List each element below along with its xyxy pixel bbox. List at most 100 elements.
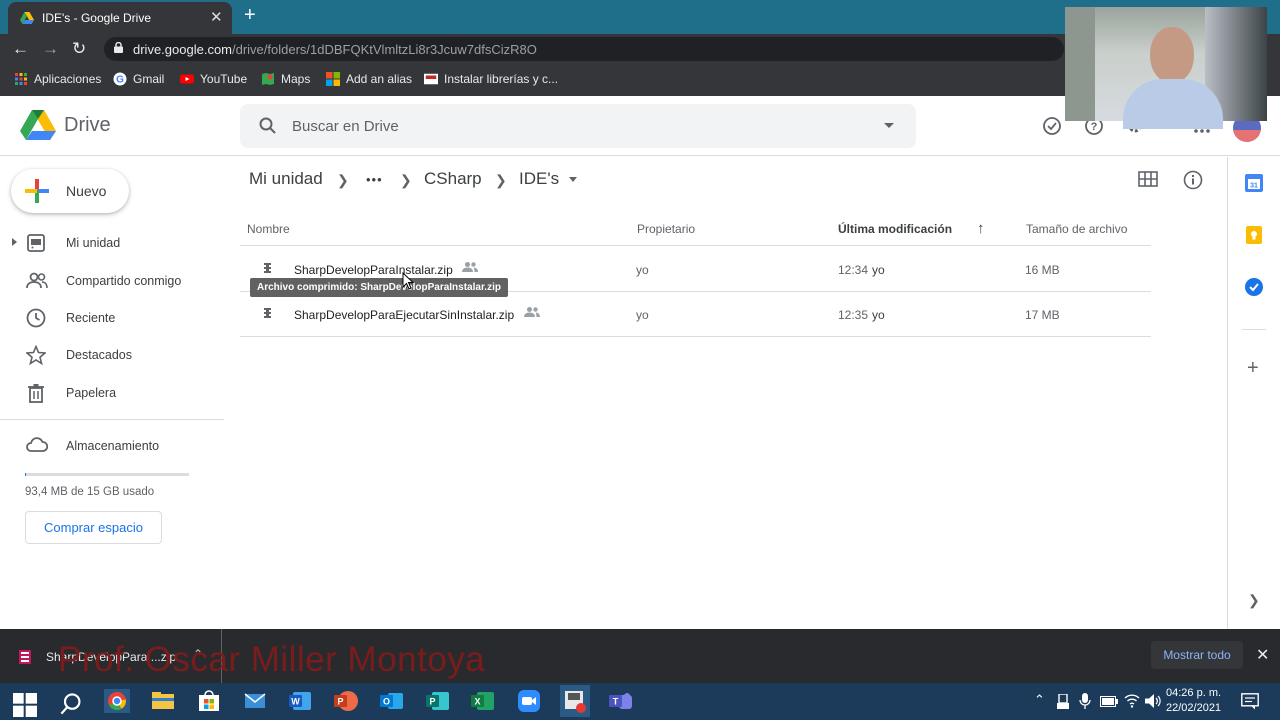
store-icon[interactable]: [196, 689, 222, 713]
lock-icon: [114, 42, 123, 53]
recorder-taskbar-icon[interactable]: [560, 685, 590, 717]
sidebar-item-label: Mi unidad: [66, 236, 121, 250]
microphone-icon[interactable]: [1079, 693, 1091, 710]
new-tab-icon[interactable]: +: [244, 4, 256, 27]
calendar-icon[interactable]: 31: [1245, 174, 1263, 192]
side-panel: 31 + ❯: [1227, 157, 1280, 629]
bookmark-apps[interactable]: Aplicaciones: [14, 72, 101, 86]
column-modified[interactable]: Última modificación: [838, 222, 952, 236]
info-icon[interactable]: [1183, 170, 1203, 190]
outlook-icon[interactable]: O: [379, 689, 405, 713]
teams-icon[interactable]: T: [608, 689, 634, 713]
shared-people-icon: [524, 307, 540, 317]
publisher-icon[interactable]: P: [425, 689, 451, 713]
sidebar-item-almacenamiento[interactable]: Almacenamiento: [0, 428, 224, 464]
forward-icon[interactable]: →: [42, 39, 59, 59]
microsoft-icon: [326, 72, 340, 86]
notification-center-icon[interactable]: [1241, 693, 1259, 710]
file-size: 17 MB: [1025, 308, 1060, 322]
bookmark-label: YouTube: [200, 72, 248, 86]
bookmark-gmail[interactable]: G Gmail: [113, 72, 164, 86]
volume-icon[interactable]: [1145, 694, 1161, 708]
my-drive-icon: [27, 234, 45, 252]
search-options-icon[interactable]: [884, 123, 894, 128]
grid-view-icon[interactable]: [1138, 170, 1158, 188]
breadcrumb-csharp[interactable]: CSharp: [424, 169, 482, 189]
watermark-text: Prof. Oscar Miller Montoya: [58, 640, 486, 679]
sidebar-item-label: Reciente: [66, 311, 116, 325]
powerpoint-icon[interactable]: P: [333, 689, 359, 713]
tasks-icon[interactable]: [1245, 278, 1263, 296]
browser-tab[interactable]: IDE's - Google Drive ✕: [8, 2, 232, 34]
chrome-taskbar-icon[interactable]: [104, 689, 130, 713]
windows-start-icon[interactable]: [12, 693, 38, 717]
mail-icon[interactable]: [242, 689, 268, 713]
column-size[interactable]: Tamaño de archivo: [1026, 222, 1127, 236]
sidebar-item-label: Papelera: [66, 386, 117, 400]
cloud-icon: [26, 437, 48, 452]
breadcrumb-current-folder[interactable]: IDE's: [519, 169, 578, 189]
youtube-icon: [180, 74, 194, 84]
sidebar-item-mi-unidad[interactable]: Mi unidad: [0, 225, 224, 261]
table-row[interactable]: SharpDevelopParaEjecutarSinInstalar.zip …: [240, 292, 1151, 337]
word-icon[interactable]: W: [288, 689, 314, 713]
close-tab-icon[interactable]: ✕: [210, 8, 223, 26]
webcam-person-head: [1150, 27, 1194, 83]
drive-logo-icon[interactable]: [20, 109, 56, 141]
svg-text:P: P: [429, 697, 435, 707]
modified-time: 12:35: [838, 308, 869, 322]
breadcrumb-mi-unidad[interactable]: Mi unidad: [249, 169, 323, 189]
svg-text:31: 31: [1250, 183, 1258, 190]
breadcrumb-more[interactable]: •••: [366, 172, 383, 187]
file-owner: yo: [636, 308, 649, 322]
sidebar-item-papelera[interactable]: Papelera: [0, 375, 224, 411]
sidebar-item-compartido[interactable]: Compartido conmigo: [0, 263, 224, 299]
keep-icon[interactable]: [1245, 226, 1263, 244]
tray-chevron-up-icon[interactable]: ⌃: [1034, 692, 1045, 708]
sidebar-item-destacados[interactable]: Destacados: [0, 337, 224, 373]
bookmark-instalar-librerias[interactable]: Instalar librerías y c...: [424, 72, 558, 86]
search-icon[interactable]: [58, 692, 84, 716]
excel-icon[interactable]: X: [470, 689, 496, 713]
add-addon-icon[interactable]: +: [1247, 357, 1259, 380]
zip-file-icon: [264, 308, 271, 318]
buy-storage-button[interactable]: Comprar espacio: [25, 511, 162, 544]
new-button[interactable]: Nuevo: [11, 169, 129, 213]
column-owner[interactable]: Propietario: [637, 222, 695, 236]
file-modified: 12:34 yo: [838, 263, 885, 277]
sidebar-item-label: Compartido conmigo: [66, 274, 182, 288]
back-icon[interactable]: ←: [12, 39, 29, 59]
zip-file-icon: [264, 263, 271, 273]
file-name[interactable]: SharpDevelopParaInstalar.zip: [294, 263, 453, 277]
address-bar[interactable]: drive.google.com/drive/folders/1dDBFQKtV…: [104, 37, 1064, 61]
modified-time: 12:34: [838, 263, 869, 277]
search-icon[interactable]: [258, 116, 278, 136]
close-downloads-icon[interactable]: ✕: [1256, 645, 1269, 665]
expand-arrow-icon[interactable]: [12, 238, 17, 246]
bookmark-youtube[interactable]: YouTube: [180, 72, 247, 86]
clock-time: 04:26 p. m.: [1166, 687, 1222, 699]
people-icon: [26, 272, 48, 289]
usb-icon[interactable]: [1056, 694, 1070, 710]
sort-ascending-icon[interactable]: ↑: [977, 220, 985, 237]
url-text: drive.google.com/drive/folders/1dDBFQKtV…: [133, 42, 537, 57]
bookmark-maps[interactable]: Maps: [261, 72, 310, 86]
google-icon: G: [113, 72, 127, 86]
file-explorer-icon[interactable]: [150, 689, 176, 713]
webcam-background: [1065, 7, 1095, 121]
sidebar-item-reciente[interactable]: Reciente: [0, 300, 224, 336]
bookmark-add-alias[interactable]: Add an alias: [326, 72, 412, 86]
system-clock[interactable]: 04:26 p. m. 22/02/2021: [1166, 686, 1221, 716]
search-input[interactable]: [292, 114, 852, 138]
reload-icon[interactable]: ↻: [72, 39, 86, 59]
expand-panel-chevron-icon[interactable]: ❯: [1248, 592, 1260, 609]
show-all-button[interactable]: Mostrar todo: [1151, 641, 1243, 669]
bookmark-label: Aplicaciones: [34, 72, 102, 86]
column-name[interactable]: Nombre: [247, 222, 290, 236]
battery-icon[interactable]: [1100, 696, 1118, 707]
file-name[interactable]: SharpDevelopParaEjecutarSinInstalar.zip: [294, 308, 514, 322]
svg-text:W: W: [291, 697, 300, 707]
offline-ready-icon[interactable]: [1042, 116, 1062, 136]
wifi-icon[interactable]: [1124, 693, 1140, 708]
zoom-icon[interactable]: [516, 689, 542, 713]
